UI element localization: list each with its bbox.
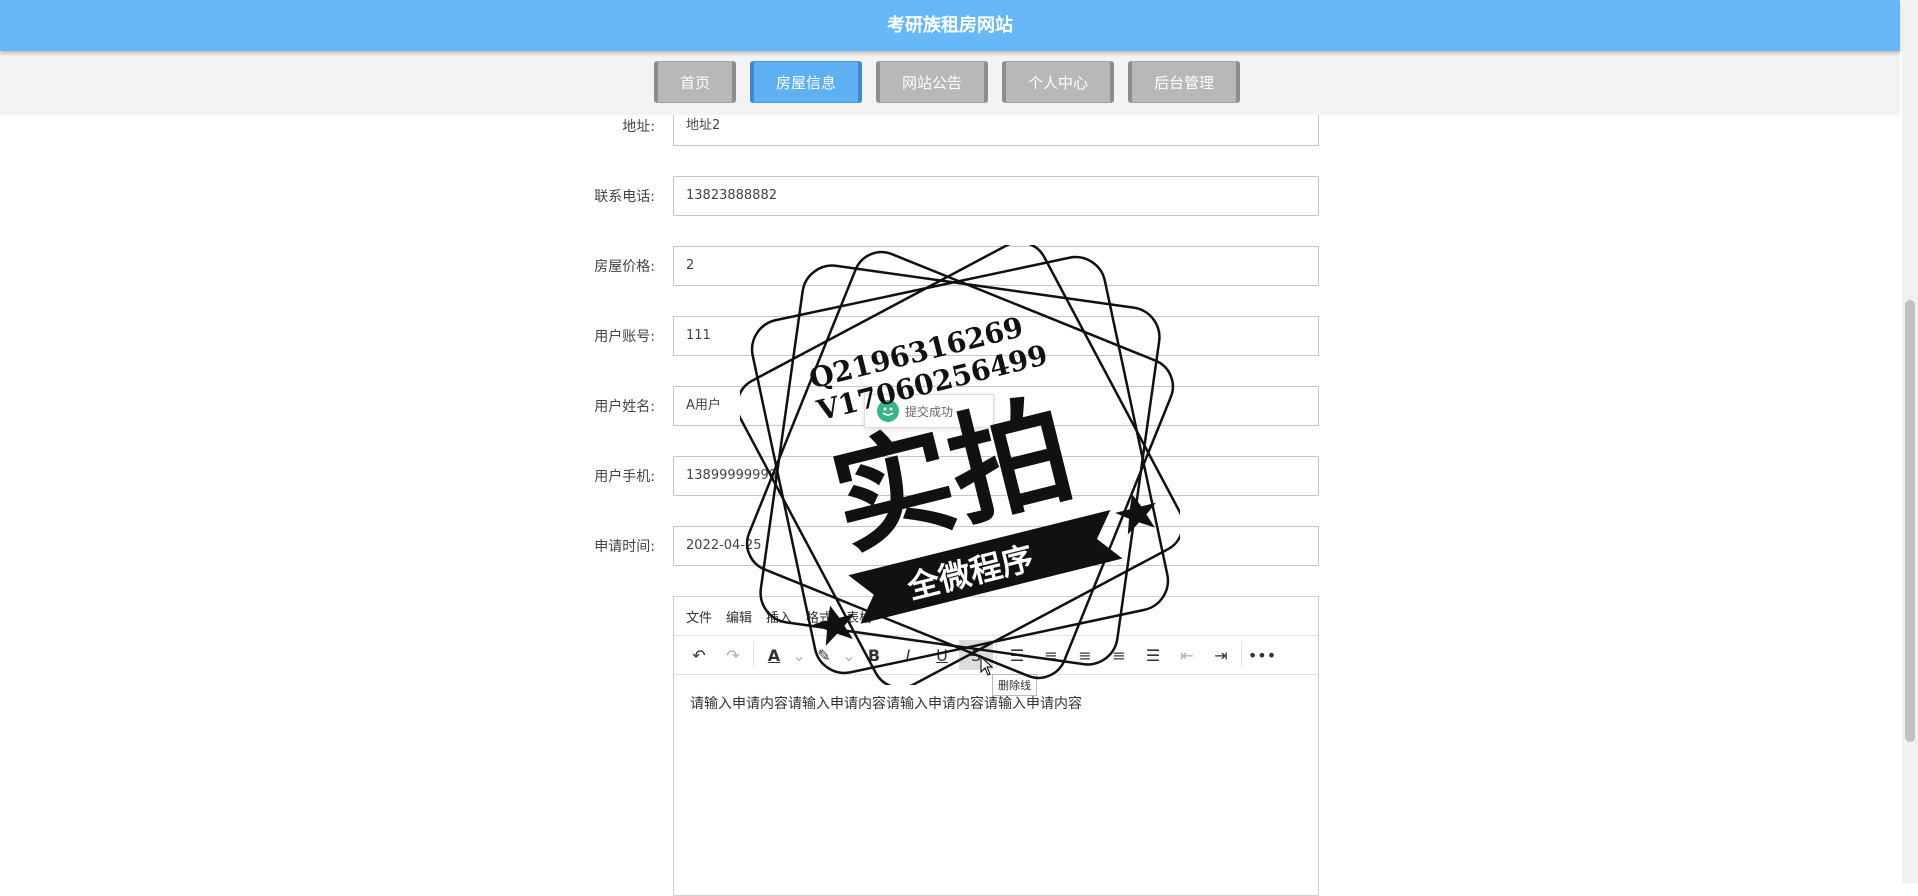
price-label: 房屋价格:	[594, 259, 655, 275]
more-icon[interactable]: •••	[1245, 640, 1279, 670]
toast-text: 提交成功	[905, 404, 954, 419]
page-scrollbar[interactable]	[1902, 0, 1918, 883]
scrollbar-thumb[interactable]	[1905, 300, 1915, 742]
underline-icon[interactable]: U	[925, 640, 959, 670]
align-center-icon[interactable]: ≡	[1068, 640, 1102, 670]
outdent-icon[interactable]: ⇤	[1170, 640, 1204, 670]
rich-text-editor: 文件 编辑 插入 格式 表格 ↶ ↷ A ⌄ ✎ ⌄ B I U S ☰ ≡ ≡…	[673, 596, 1319, 896]
menu-edit[interactable]: 编辑	[726, 607, 752, 626]
username-label: 用户姓名:	[594, 399, 655, 415]
bold-icon[interactable]: B	[857, 640, 891, 670]
phone-label: 联系电话:	[594, 189, 655, 205]
nav-home[interactable]: 首页	[654, 61, 736, 103]
phone-input[interactable]: 13823888882	[673, 176, 1319, 216]
mouse-cursor-icon	[980, 656, 994, 676]
menu-file[interactable]: 文件	[686, 607, 712, 626]
username-input[interactable]: A用户	[673, 386, 1319, 426]
menu-format[interactable]: 格式	[806, 607, 832, 626]
success-toast: 提交成功	[864, 394, 994, 428]
nav-house-info[interactable]: 房屋信息	[750, 61, 862, 103]
redo-icon[interactable]: ↷	[716, 640, 750, 670]
tooltip: 删除线	[992, 674, 1037, 696]
highlight-icon[interactable]: ✎	[807, 640, 841, 670]
nav-admin[interactable]: 后台管理	[1128, 61, 1240, 103]
editor-menubar: 文件 编辑 插入 格式 表格	[674, 597, 1318, 636]
nav-announcements[interactable]: 网站公告	[876, 61, 988, 103]
account-label: 用户账号:	[594, 329, 655, 345]
header-bar: 考研族租房网站	[0, 0, 1900, 51]
menu-insert[interactable]: 插入	[766, 607, 792, 626]
chevron-down-icon[interactable]: ⌄	[791, 640, 807, 670]
chevron-down-icon[interactable]: ⌄	[841, 640, 857, 670]
mobile-input[interactable]: 13899999999	[673, 456, 1319, 496]
nav-personal-center[interactable]: 个人中心	[1002, 61, 1114, 103]
undo-icon[interactable]: ↶	[682, 640, 716, 670]
font-color-icon[interactable]: A	[757, 640, 791, 670]
menu-table[interactable]: 表格	[846, 607, 872, 626]
line-height-icon[interactable]: ☰	[1000, 640, 1034, 670]
italic-icon[interactable]: I	[891, 640, 925, 670]
apply-time-label: 申请时间:	[594, 539, 655, 555]
align-right-icon[interactable]: ≡	[1102, 640, 1136, 670]
editor-toolbar: ↶ ↷ A ⌄ ✎ ⌄ B I U S ☰ ≡ ≡ ≡ ☰ ⇤ ⇥ •••	[674, 636, 1318, 675]
account-input[interactable]: 111	[673, 316, 1319, 356]
success-icon	[877, 400, 899, 422]
price-input[interactable]: 2	[673, 246, 1319, 286]
application-form: 地址: 地址2 联系电话: 13823888882 房屋价格: 2 用户账号: …	[0, 0, 1900, 896]
address-label: 地址:	[622, 119, 655, 135]
align-left-icon[interactable]: ≡	[1034, 640, 1068, 670]
align-justify-icon[interactable]: ☰	[1136, 640, 1170, 670]
site-title: 考研族租房网站	[887, 15, 1013, 36]
indent-icon[interactable]: ⇥	[1204, 640, 1238, 670]
mobile-label: 用户手机:	[594, 469, 655, 485]
nav-bar: 首页 房屋信息 网站公告 个人中心 后台管理	[0, 51, 1900, 115]
apply-time-input[interactable]: 2022-04-25	[673, 526, 1319, 566]
